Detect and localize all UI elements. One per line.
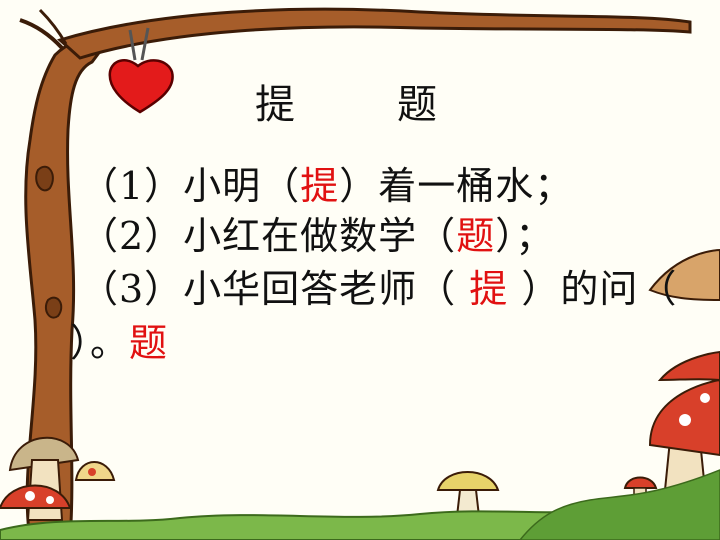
tree-knot (35, 165, 54, 192)
answer-text: 题 (129, 321, 169, 365)
line-prefix: （2）小红在做数学（ (80, 214, 457, 258)
line-prefix: （3）小华回答老师（ (80, 267, 470, 311)
line-prefix: （1）小明（ (80, 164, 301, 208)
mushroom-cap (657, 350, 720, 382)
line-suffix: ）着一桶水； (339, 164, 574, 208)
title-char-right: 题 (397, 82, 439, 128)
mushroom-spot (679, 414, 691, 426)
mushroom-cap (436, 471, 500, 491)
tree-knot (44, 296, 63, 319)
line-prefix: ）。 (70, 321, 130, 365)
tree-branch-twig (19, 18, 64, 50)
mushroom-spot (700, 393, 710, 403)
line-suffix: ）的问（ (508, 267, 678, 311)
line-suffix: ）； (495, 214, 555, 258)
mushroom-spot (46, 496, 54, 504)
mushroom-spot (25, 491, 35, 501)
answer-text: 提 (469, 267, 509, 311)
exercise-line-4: ）。题 (70, 312, 168, 367)
mushroom-spot (88, 468, 96, 476)
grass-detail (519, 469, 720, 540)
exercise-line-1: （1）小明（提）着一桶水； (80, 155, 573, 210)
exercise-line-3: （3）小华回答老师（ 提 ）的问（ (80, 258, 677, 313)
answer-text: 题 (456, 214, 496, 258)
heart-icon (108, 59, 174, 114)
page-title: 提题 (255, 72, 439, 130)
mushroom-small (623, 476, 658, 489)
answer-text: 提 (300, 164, 340, 208)
title-char-left: 提 (255, 82, 297, 128)
exercise-line-2: （2）小红在做数学（题）； (80, 205, 554, 260)
tree-branch (57, 7, 692, 60)
